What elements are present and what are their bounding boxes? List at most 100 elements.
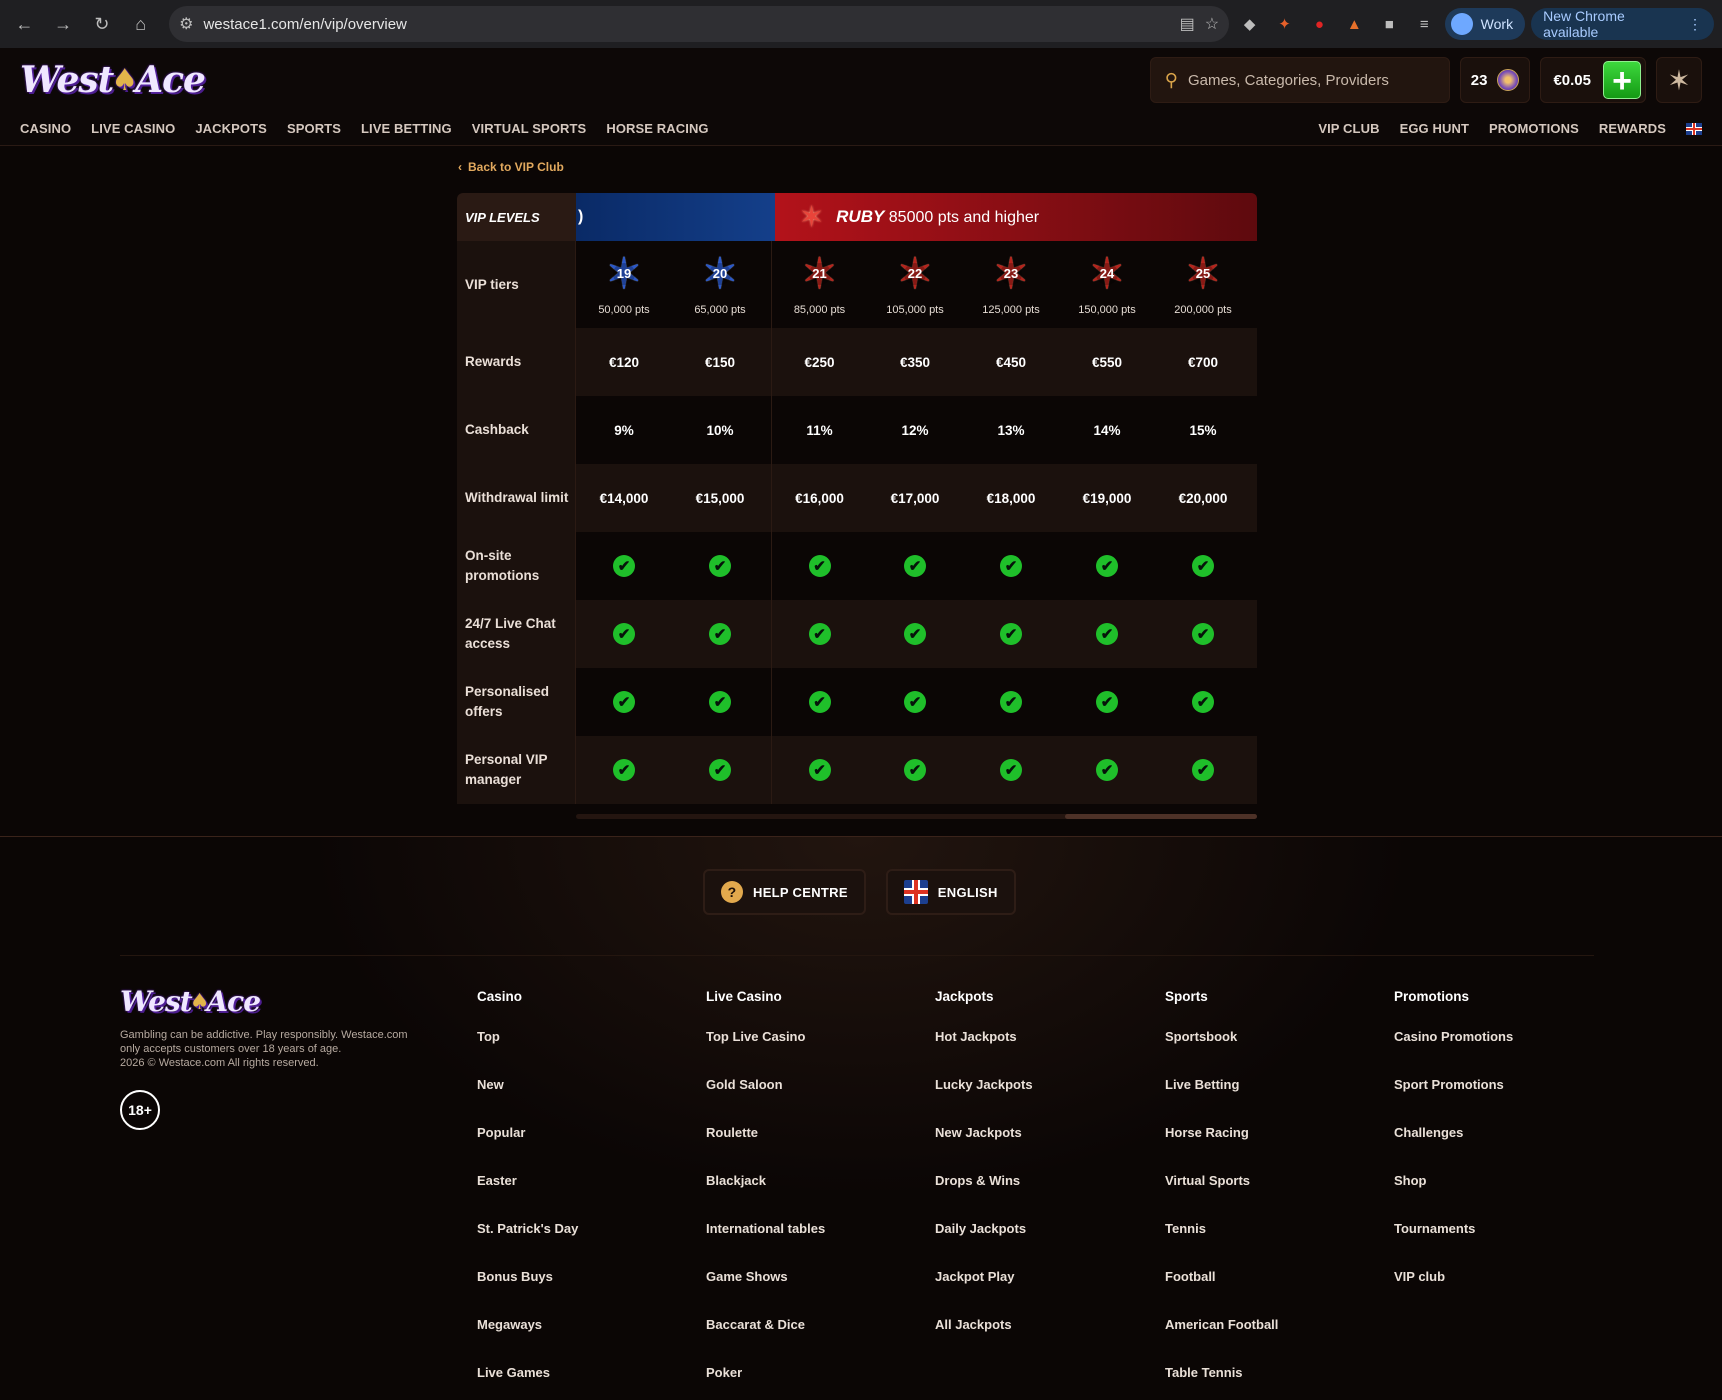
footer-link[interactable]: Shop [1394, 1173, 1604, 1221]
nav-promotions[interactable]: PROMOTIONS [1489, 121, 1579, 136]
footer-link[interactable]: Football [1165, 1269, 1375, 1317]
tier-star-icon: ✶ 23 [993, 249, 1029, 297]
profile-chip[interactable]: Work [1444, 8, 1526, 40]
footer-link[interactable]: New Jackpots [935, 1125, 1145, 1173]
nav-rewards[interactable]: REWARDS [1599, 121, 1666, 136]
search-input[interactable]: ⚲ Games, Categories, Providers [1149, 57, 1450, 103]
main-navigation: CASINO LIVE CASINO JACKPOTS SPORTS LIVE … [0, 112, 1722, 146]
deposit-plus-button[interactable]: + [1603, 61, 1641, 100]
reward-cell: €250 [771, 328, 867, 396]
footer-column-title[interactable]: Casino [477, 989, 687, 1029]
footer-link[interactable]: St. Patrick's Day [477, 1221, 687, 1269]
extension-icon[interactable]: ◆ [1235, 9, 1264, 39]
nav-horse-racing[interactable]: HORSE RACING [606, 121, 708, 136]
footer-logo[interactable]: West ♠ Ace [120, 985, 430, 1018]
chrome-update-button[interactable]: New Chrome available ⋮ [1531, 8, 1714, 40]
forward-arrow-icon[interactable]: → [47, 7, 80, 41]
ruby-header: ✶ RUBY 85000 pts and higher [775, 193, 1257, 241]
scrollbar-thumb[interactable] [1065, 814, 1257, 819]
footer-link[interactable]: American Football [1165, 1317, 1375, 1365]
footer-column-title[interactable]: Sports [1165, 989, 1375, 1029]
ruby-name: RUBY [836, 207, 885, 226]
footer-link[interactable]: Easter [477, 1173, 687, 1221]
reward-cell: €550 [1091, 354, 1123, 370]
footer-link[interactable]: Hot Jackpots [935, 1029, 1145, 1077]
footer-link[interactable]: Baccarat & Dice [706, 1317, 916, 1365]
nav-virtual-sports[interactable]: VIRTUAL SPORTS [472, 121, 587, 136]
footer-link[interactable]: Tournaments [1394, 1221, 1604, 1269]
kebab-menu-icon[interactable]: ⋮ [1688, 16, 1702, 33]
footer-link[interactable]: Horse Racing [1165, 1125, 1375, 1173]
footer-column-title[interactable]: Live Casino [706, 989, 916, 1029]
home-icon[interactable]: ⌂ [124, 7, 157, 41]
footer-link[interactable]: Popular [477, 1125, 687, 1173]
site-footer: ? HELP CENTRE ENGLISH West ♠ Ace Gambling … [0, 836, 1722, 1400]
back-arrow-icon[interactable]: ← [8, 7, 41, 41]
footer-link[interactable]: Jackpot Play [935, 1269, 1145, 1317]
footer-link[interactable]: Top [477, 1029, 687, 1077]
table-horizontal-scrollbar[interactable] [576, 814, 1257, 819]
footer-column-title[interactable]: Jackpots [935, 989, 1145, 1029]
nav-jackpots[interactable]: JACKPOTS [195, 121, 267, 136]
footer-column: Jackpots Hot Jackpots Lucky Jackpots New Ja… [935, 989, 1145, 1365]
footer-link[interactable]: Game Shows [706, 1269, 916, 1317]
nav-sports[interactable]: SPORTS [287, 121, 341, 136]
coins-counter[interactable]: 23 [1459, 57, 1531, 103]
tier-number: 25 [1192, 262, 1214, 285]
install-app-icon[interactable]: ▤ [1180, 14, 1195, 34]
footer-link[interactable]: Lucky Jackpots [935, 1077, 1145, 1125]
footer-link[interactable]: Live Games [477, 1365, 687, 1400]
footer-link[interactable]: Virtual Sports [1165, 1173, 1375, 1221]
footer-link[interactable]: Bonus Buys [477, 1269, 687, 1317]
footer-link[interactable]: Table Tennis [1165, 1365, 1375, 1400]
footer-link[interactable]: Tennis [1165, 1221, 1375, 1269]
uk-flag-icon[interactable] [1686, 122, 1702, 135]
bookmark-star-icon[interactable]: ☆ [1205, 14, 1219, 34]
browser-toolbar: ← → ↻ ⌂ ⚙ westace1.com/en/vip/overview ▤… [0, 0, 1722, 48]
footer-link[interactable]: Megaways [477, 1317, 687, 1365]
nav-egg-hunt[interactable]: EGG HUNT [1400, 121, 1469, 136]
footer-link[interactable]: Poker [706, 1365, 916, 1400]
footer-link[interactable]: VIP club [1394, 1269, 1604, 1317]
user-avatar-button[interactable]: ✶ [1656, 57, 1702, 103]
footer-link[interactable]: Sport Promotions [1394, 1077, 1604, 1125]
footer-link[interactable]: Live Betting [1165, 1077, 1375, 1125]
language-button[interactable]: ENGLISH [885, 869, 1016, 915]
nav-live-casino[interactable]: LIVE CASINO [91, 121, 175, 136]
benefit-cell: ✔ [1155, 532, 1251, 600]
footer-link[interactable]: Challenges [1394, 1125, 1604, 1173]
row-label: Cashback [457, 396, 576, 464]
reward-cell: €150 [704, 354, 736, 370]
back-to-vip-link[interactable]: ‹ Back to VIP Club [458, 160, 564, 174]
footer-link[interactable]: Drops & Wins [935, 1173, 1145, 1221]
footer-link[interactable]: Sportsbook [1165, 1029, 1375, 1077]
extension-icon[interactable]: ✦ [1270, 9, 1299, 39]
help-centre-button[interactable]: ? HELP CENTRE [703, 869, 866, 915]
tier-number: 19 [613, 262, 635, 285]
extension-icon[interactable]: ● [1305, 9, 1334, 39]
nav-casino[interactable]: CASINO [20, 121, 71, 136]
footer-link[interactable]: Daily Jackpots [935, 1221, 1145, 1269]
site-settings-icon[interactable]: ⚙ [179, 14, 193, 34]
cashback-cell: 12% [901, 422, 929, 438]
footer-link[interactable]: New [477, 1077, 687, 1125]
footer-link[interactable]: All Jackpots [935, 1317, 1145, 1365]
benefit-cell: ✔ [672, 668, 768, 736]
address-bar[interactable]: ⚙ westace1.com/en/vip/overview ▤ ☆ [169, 6, 1230, 42]
reload-icon[interactable]: ↻ [86, 7, 119, 41]
footer-link[interactable]: Gold Saloon [706, 1077, 916, 1125]
nav-vip-club[interactable]: VIP CLUB [1318, 121, 1379, 136]
footer-column: Promotions Casino Promotions Sport Promoti… [1394, 989, 1604, 1317]
url-text: westace1.com/en/vip/overview [203, 15, 407, 33]
footer-link[interactable]: Blackjack [706, 1173, 916, 1221]
extension-icon[interactable]: ▲ [1340, 9, 1369, 39]
footer-link[interactable]: Roulette [706, 1125, 916, 1173]
reading-list-icon[interactable]: ≡ [1410, 9, 1439, 39]
nav-live-betting[interactable]: LIVE BETTING [361, 121, 452, 136]
extensions-puzzle-icon[interactable]: ■ [1375, 9, 1404, 39]
footer-column-title[interactable]: Promotions [1394, 989, 1604, 1029]
footer-link[interactable]: Top Live Casino [706, 1029, 916, 1077]
footer-link[interactable]: Casino Promotions [1394, 1029, 1604, 1077]
footer-link[interactable]: International tables [706, 1221, 916, 1269]
site-logo[interactable]: West ♠ Ace [20, 59, 206, 101]
